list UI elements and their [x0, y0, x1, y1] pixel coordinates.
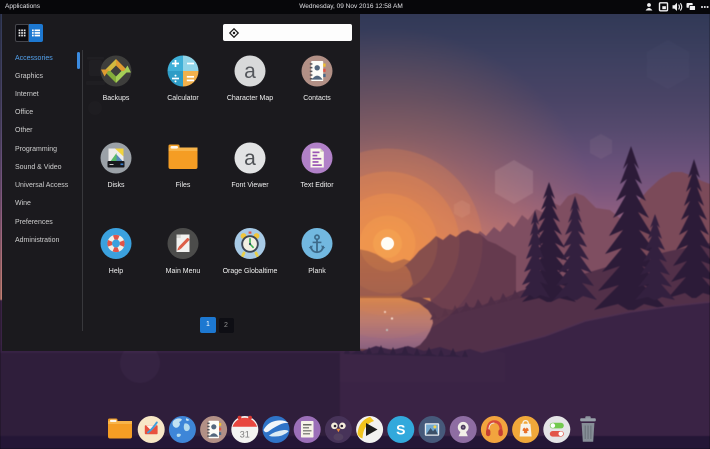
svg-text:a: a	[244, 147, 256, 170]
svg-text:a: a	[244, 60, 256, 83]
